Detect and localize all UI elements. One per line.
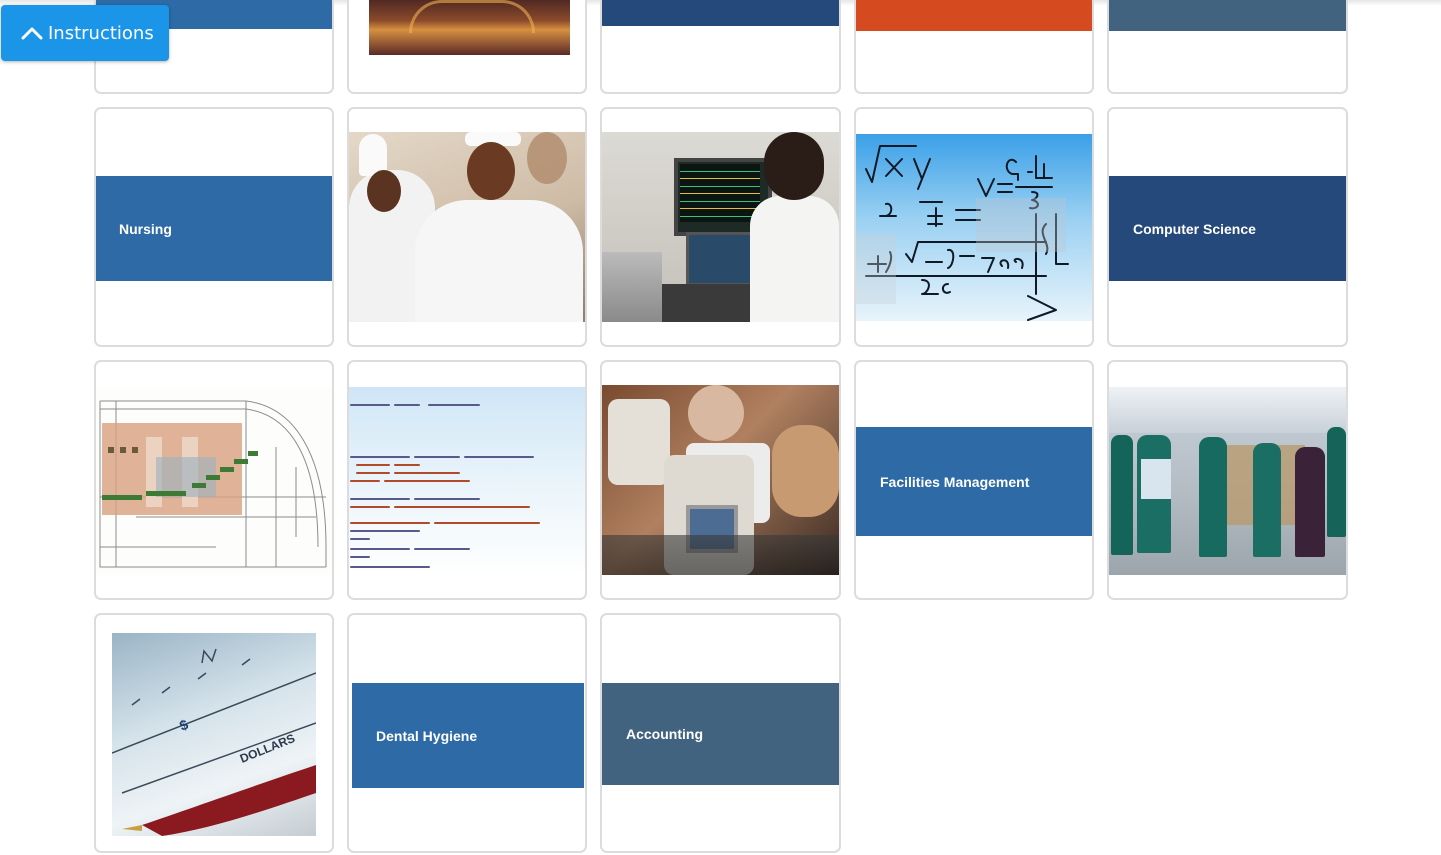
tile-code[interactable] (347, 360, 587, 600)
tile-culinary[interactable] (347, 107, 587, 347)
chevron-up-icon (21, 27, 43, 40)
photo-check-pen: $ DOLLARS (112, 633, 316, 836)
color-band (1109, 0, 1346, 31)
tile-label: Accounting (626, 726, 703, 742)
photo-math-formulas (856, 134, 1092, 321)
tile-optometry[interactable] (600, 360, 841, 600)
tile-label: Computer Science (1133, 220, 1256, 237)
tile-top-5[interactable] (1107, 0, 1348, 94)
svg-text:DOLLARS: DOLLARS (238, 731, 297, 766)
instructions-label: Instructions (48, 22, 154, 44)
drawing-architecture (96, 387, 332, 575)
tile-label: Nursing (119, 220, 172, 237)
tile-top-2[interactable] (347, 0, 587, 94)
tile-architecture[interactable] (94, 360, 334, 600)
photo-code (349, 387, 585, 575)
svg-text:$: $ (177, 716, 190, 734)
photo-optometry (602, 385, 839, 575)
tile-top-3[interactable] (600, 0, 841, 94)
tile-math[interactable] (854, 107, 1094, 347)
tile-check[interactable]: $ DOLLARS (94, 613, 334, 853)
photo-chefs (349, 132, 585, 322)
tile-dental-hygiene[interactable]: Dental Hygiene (347, 613, 587, 853)
tile-computer-science[interactable]: Computer Science (1107, 107, 1348, 347)
tile-top-4[interactable] (854, 0, 1094, 94)
instructions-button[interactable]: Instructions (1, 5, 169, 61)
tile-label: Facilities Management (880, 473, 1030, 490)
color-band (856, 0, 1092, 31)
photo-medical-staff (1109, 387, 1346, 575)
tile-patient-monitor[interactable] (600, 107, 841, 347)
tile-label: Dental Hygiene (376, 727, 478, 744)
photo-interior (369, 0, 570, 55)
tile-facilities-management[interactable]: Facilities Management (854, 360, 1094, 600)
tile-nursing[interactable]: Nursing (94, 107, 334, 347)
tile-accounting[interactable]: Accounting (600, 613, 841, 853)
tile-medical-staff[interactable] (1107, 360, 1348, 600)
color-band (602, 0, 839, 26)
photo-patient-monitor (602, 132, 839, 322)
